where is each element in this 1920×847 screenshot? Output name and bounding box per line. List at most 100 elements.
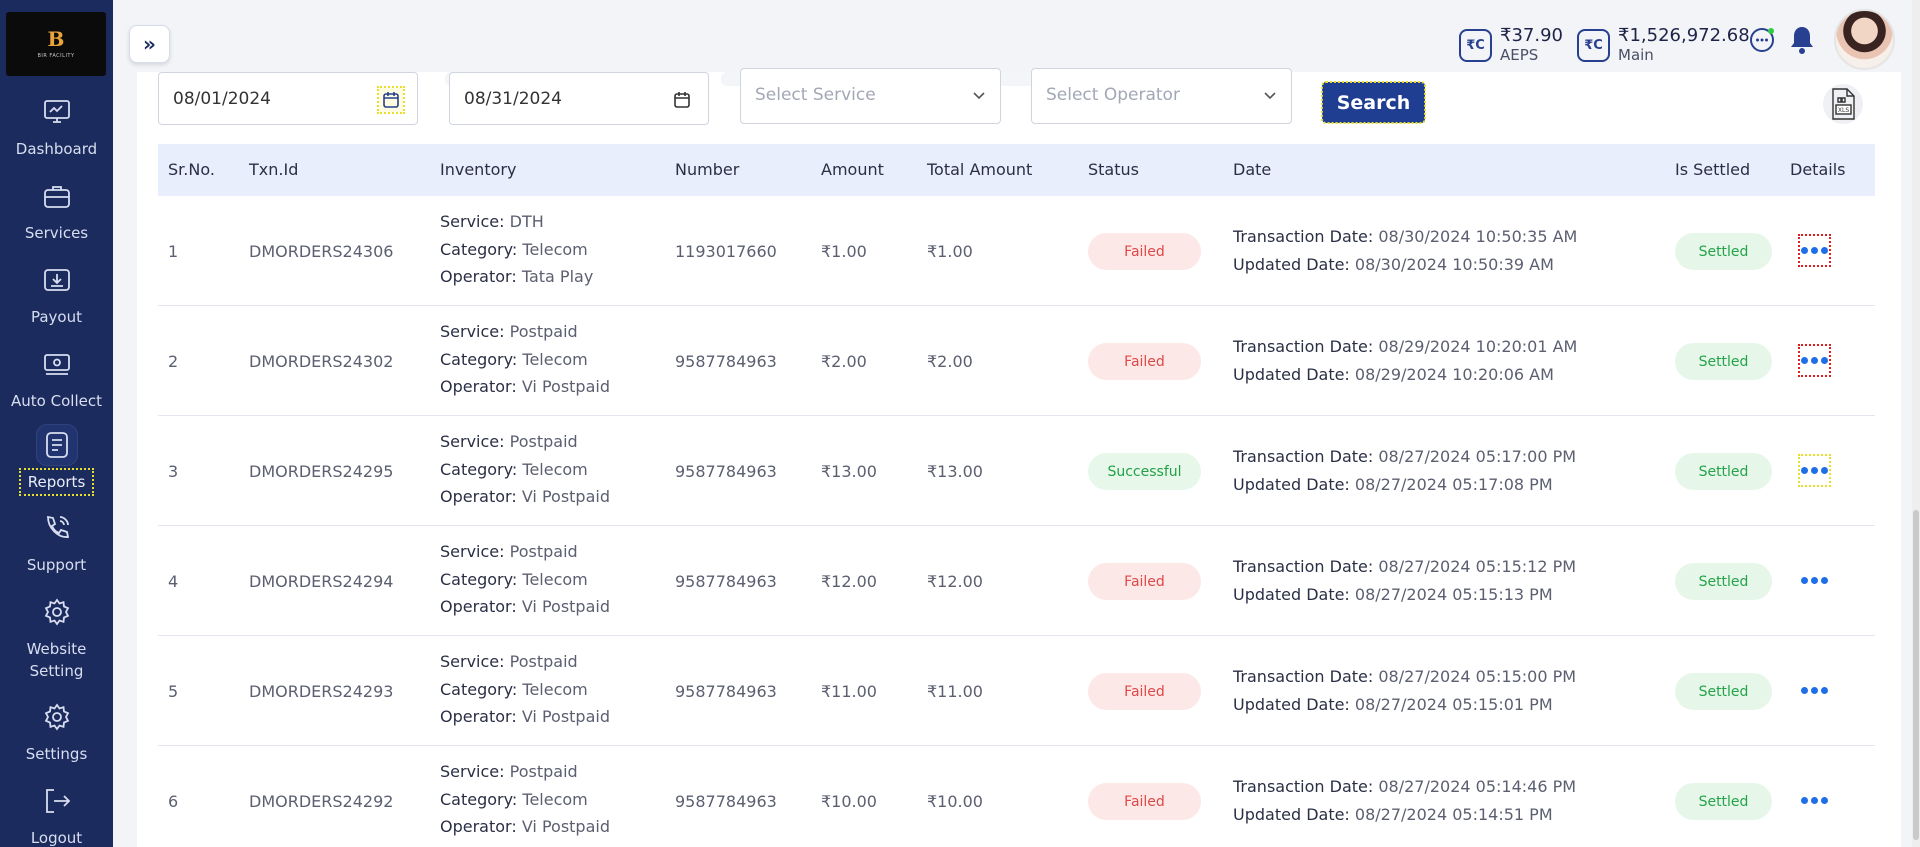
column-header: Sr.No. bbox=[168, 160, 215, 179]
total-amount-cell: ₹10.00 bbox=[927, 791, 983, 811]
txn-id: DMORDERS24294 bbox=[249, 571, 394, 591]
inventory-cell: Service: DTH Category: Telecom Operator: T… bbox=[440, 208, 593, 291]
number-cell: 9587784963 bbox=[675, 791, 777, 811]
details-more-icon[interactable] bbox=[1798, 454, 1831, 487]
sidebar-item-auto-collect[interactable]: Auto Collect bbox=[0, 344, 113, 412]
category-value: Telecom bbox=[522, 239, 588, 259]
status-badge: Failed bbox=[1088, 673, 1201, 710]
settled-badge: Settled bbox=[1675, 233, 1772, 270]
gear-icon bbox=[37, 697, 77, 737]
column-header: Number bbox=[675, 160, 740, 179]
sidebar-item-services[interactable]: Services bbox=[0, 176, 113, 244]
details-more-icon[interactable] bbox=[1798, 674, 1831, 707]
export-xls-icon[interactable]: XLS bbox=[1823, 84, 1863, 124]
amount-cell: ₹2.00 bbox=[821, 351, 867, 371]
column-header: Details bbox=[1790, 160, 1846, 179]
wallet-main[interactable]: ₹C ₹1,526,972.68 Main bbox=[1577, 26, 1750, 64]
date-cell: Transaction Date: 08/27/2024 05:17:00 PM… bbox=[1233, 443, 1576, 498]
settled-badge: Settled bbox=[1675, 453, 1772, 490]
category-value: Telecom bbox=[522, 349, 588, 369]
service-label: Service: bbox=[440, 652, 505, 671]
wallet-icon: ₹C bbox=[1459, 28, 1492, 62]
column-header: Is Settled bbox=[1675, 160, 1751, 179]
transaction-date-value: 08/29/2024 10:20:01 AM bbox=[1378, 337, 1578, 356]
calendar-icon[interactable] bbox=[670, 88, 694, 112]
details-more-icon[interactable] bbox=[1798, 344, 1831, 377]
txn-id: DMORDERS24302 bbox=[249, 351, 394, 371]
service-label: Service: bbox=[440, 542, 505, 561]
details-more-icon[interactable] bbox=[1798, 564, 1831, 597]
operator-value: Vi Postpaid bbox=[521, 817, 610, 836]
service-placeholder: Select Service bbox=[755, 85, 876, 105]
table-row: 4 DMORDERS24294 Service: Postpaid Category:… bbox=[158, 526, 1875, 636]
details-more-icon[interactable] bbox=[1798, 784, 1831, 817]
operator-value: Vi Postpaid bbox=[521, 377, 610, 396]
sidebar-item-logout[interactable]: Logout bbox=[0, 781, 113, 847]
table-header: Sr.No. Txn.Id Inventory Number Amount To… bbox=[158, 144, 1875, 196]
updated-date-label: Updated Date: bbox=[1233, 804, 1350, 824]
transaction-date-label: Transaction Date: bbox=[1233, 667, 1374, 686]
payout-icon bbox=[37, 260, 77, 300]
category-value: Telecom bbox=[522, 789, 588, 809]
calendar-icon[interactable] bbox=[377, 86, 405, 114]
total-amount-cell: ₹12.00 bbox=[927, 571, 983, 591]
sidebar-item-payout[interactable]: Payout bbox=[0, 260, 113, 328]
transaction-date-label: Transaction Date: bbox=[1233, 777, 1374, 796]
wallet-aeps[interactable]: ₹C ₹37.90 AEPS bbox=[1459, 26, 1563, 64]
updated-date-label: Updated Date: bbox=[1233, 694, 1350, 714]
settled-badge: Settled bbox=[1675, 343, 1772, 380]
updated-date-value: 08/27/2024 05:15:13 PM bbox=[1354, 584, 1553, 604]
inventory-cell: Service: Postpaid Category: Telecom Operat… bbox=[440, 538, 610, 621]
column-header: Date bbox=[1233, 160, 1272, 179]
operator-value: Tata Play bbox=[521, 267, 594, 286]
sidebar-item-label: Reports bbox=[18, 468, 95, 496]
sr-no: 5 bbox=[168, 681, 179, 701]
operator-select[interactable]: Select Operator bbox=[1031, 68, 1292, 124]
sidebar-item-label: Support bbox=[26, 556, 87, 574]
sr-no: 2 bbox=[168, 351, 179, 371]
sidebar-item-settings[interactable]: Settings bbox=[0, 697, 113, 765]
service-value: DTH bbox=[509, 212, 544, 231]
amount-cell: ₹13.00 bbox=[821, 461, 877, 481]
total-amount-cell: ₹11.00 bbox=[927, 681, 983, 701]
wallet-amount: ₹37.90 bbox=[1500, 25, 1563, 46]
sidebar-item-label: Settings bbox=[25, 745, 88, 763]
details-more-icon[interactable] bbox=[1798, 234, 1831, 267]
sidebar-item-reports[interactable]: Reports bbox=[0, 425, 113, 496]
txn-id: DMORDERS24293 bbox=[249, 681, 394, 701]
user-avatar[interactable] bbox=[1834, 9, 1895, 70]
date-cell: Transaction Date: 08/27/2024 05:15:00 PM… bbox=[1233, 663, 1576, 718]
search-button[interactable]: Search bbox=[1321, 81, 1426, 124]
operator-value: Vi Postpaid bbox=[521, 707, 610, 726]
to-date-value: 08/31/2024 bbox=[464, 88, 562, 109]
chat-icon[interactable] bbox=[1748, 26, 1776, 54]
column-header: Inventory bbox=[440, 160, 517, 179]
sidebar-item-website-setting[interactable]: Website Setting bbox=[0, 592, 113, 682]
updated-date-value: 08/29/2024 10:20:06 AM bbox=[1354, 364, 1554, 384]
operator-label: Operator: bbox=[440, 597, 517, 616]
bell-icon[interactable] bbox=[1787, 24, 1817, 56]
transaction-date-label: Transaction Date: bbox=[1233, 227, 1374, 246]
dashboard-icon bbox=[37, 92, 77, 132]
service-label: Service: bbox=[440, 432, 505, 451]
sidebar-item-label: Services bbox=[24, 224, 89, 242]
sidebar-item-dashboard[interactable]: Dashboard bbox=[0, 92, 113, 160]
transaction-date-value: 08/27/2024 05:15:00 PM bbox=[1378, 667, 1577, 686]
number-cell: 1193017660 bbox=[675, 241, 777, 261]
inventory-cell: Service: Postpaid Category: Telecom Operat… bbox=[440, 758, 610, 841]
status-badge: Failed bbox=[1088, 343, 1201, 380]
sidebar-toggle-button[interactable]: » bbox=[129, 25, 170, 63]
logo-mark: B bbox=[47, 27, 65, 51]
category-label: Category: bbox=[440, 569, 518, 589]
scrollbar-thumb[interactable] bbox=[1913, 510, 1919, 840]
service-value: Postpaid bbox=[509, 432, 578, 451]
brand-logo[interactable]: B BIR FACILITY bbox=[6, 12, 106, 76]
to-date-field[interactable]: 08/31/2024 bbox=[449, 72, 709, 125]
service-select[interactable]: Select Service bbox=[740, 68, 1001, 124]
total-amount-cell: ₹13.00 bbox=[927, 461, 983, 481]
sidebar-item-support[interactable]: Support bbox=[0, 508, 113, 576]
from-date-field[interactable]: 08/01/2024 bbox=[158, 72, 418, 125]
txn-id: DMORDERS24292 bbox=[249, 791, 394, 811]
transaction-date-value: 08/27/2024 05:15:12 PM bbox=[1378, 557, 1577, 576]
page-scrollbar[interactable] bbox=[1912, 0, 1920, 847]
